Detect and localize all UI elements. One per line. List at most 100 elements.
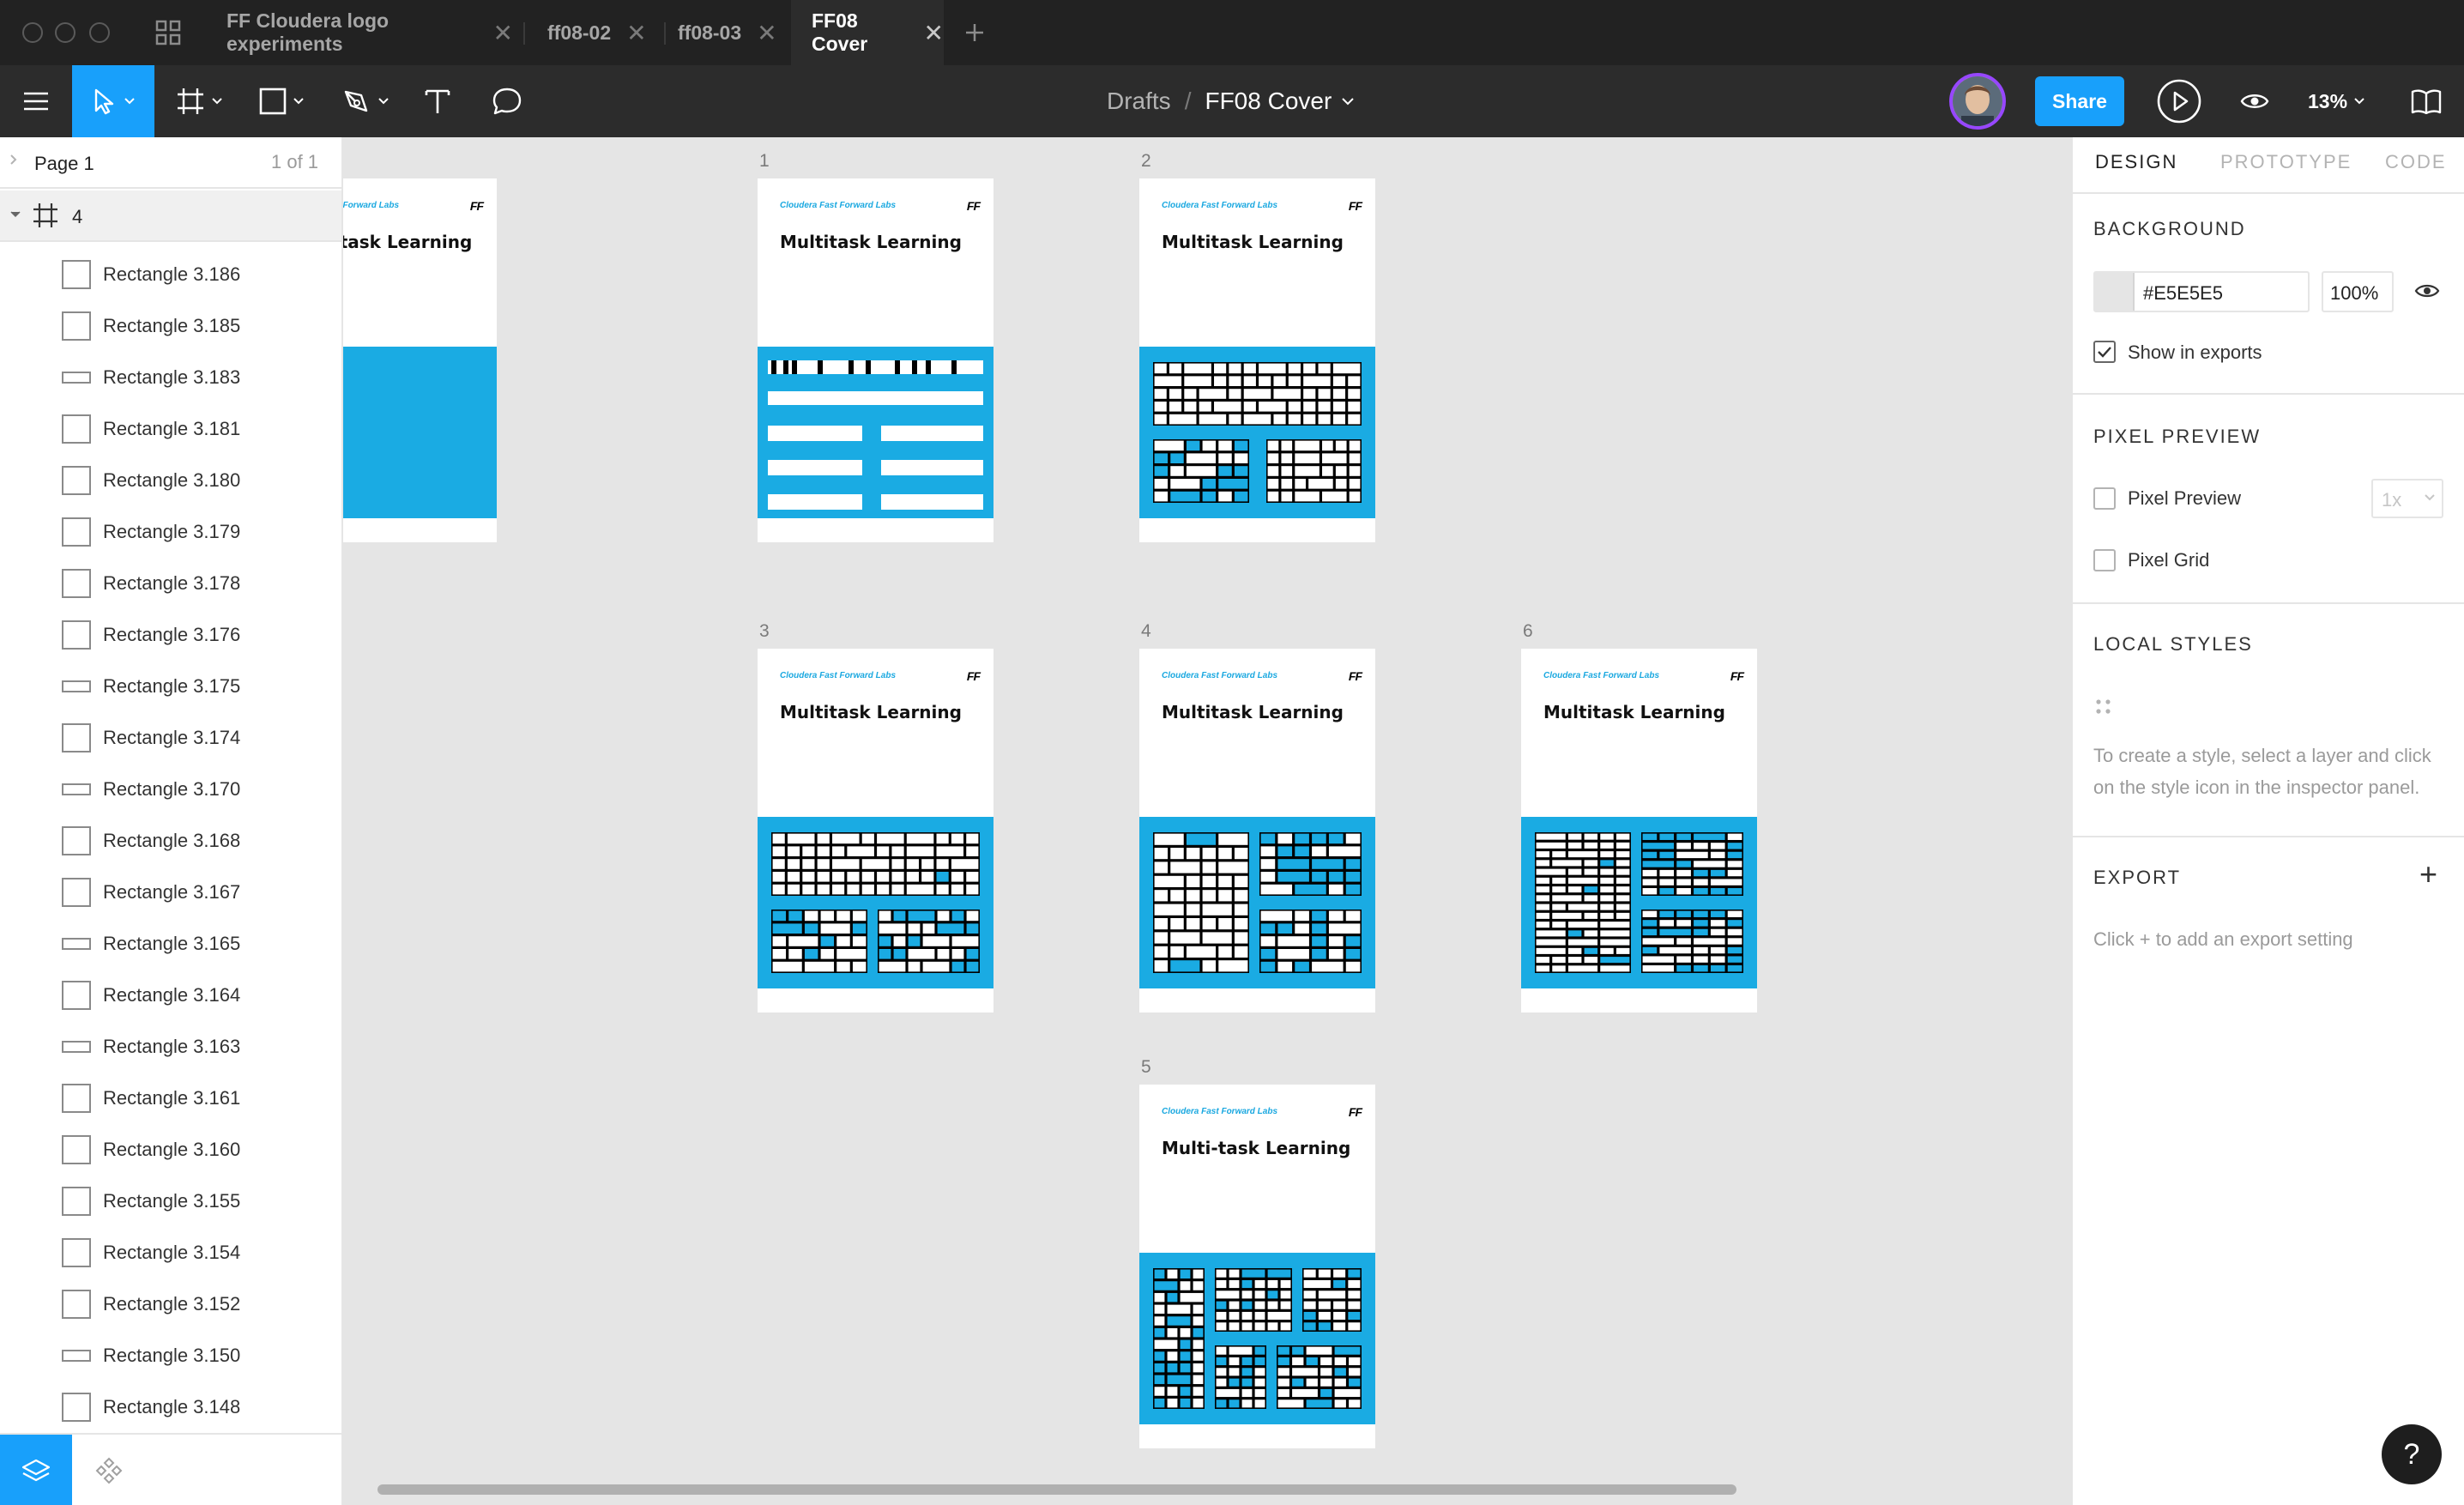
share-button[interactable]: Share bbox=[2035, 76, 2124, 126]
pixel-grid-checkbox[interactable] bbox=[2093, 549, 2116, 571]
comment-tool-icon[interactable] bbox=[480, 65, 534, 137]
chevron-down-icon[interactable] bbox=[10, 211, 21, 218]
layer-row[interactable]: Rectangle 3.161 bbox=[0, 1073, 341, 1124]
frame-label[interactable]: 4 bbox=[1141, 621, 1151, 642]
layer-row[interactable]: Rectangle 3.148 bbox=[0, 1381, 341, 1433]
layer-row[interactable]: Rectangle 3.174 bbox=[0, 712, 341, 764]
help-button[interactable]: ? bbox=[2382, 1424, 2442, 1484]
layer-row[interactable]: Rectangle 3.152 bbox=[0, 1278, 341, 1330]
chevron-down-icon[interactable] bbox=[1342, 97, 1355, 106]
add-export-button[interactable]: + bbox=[2419, 856, 2437, 892]
canvas[interactable]: nkCloudera Fast Forward LabsFFMulti-task… bbox=[343, 137, 2071, 1505]
layer-row[interactable]: Rectangle 3.179 bbox=[0, 506, 341, 558]
cover-frame[interactable]: Cloudera Fast Forward Labs FF Multi-task L… bbox=[1139, 1085, 1375, 1448]
cover-frame[interactable]: Cloudera Fast Forward Labs FF Multitask Le… bbox=[758, 649, 993, 1012]
layer-row[interactable]: Rectangle 3.164 bbox=[0, 970, 341, 1021]
frame-tool-button[interactable] bbox=[168, 65, 230, 137]
layer-row[interactable]: Rectangle 3.181 bbox=[0, 403, 341, 455]
frame-tool-icon bbox=[176, 87, 205, 116]
layer-row[interactable]: Rectangle 3.183 bbox=[0, 352, 341, 403]
layer-row[interactable]: Rectangle 3.170 bbox=[0, 764, 341, 815]
background-color-field[interactable]: #E5E5E5 bbox=[2093, 271, 2310, 312]
frame-label[interactable]: 3 bbox=[759, 621, 770, 642]
zoom-dropdown[interactable]: 13% bbox=[2308, 65, 2364, 137]
layer-row[interactable]: Rectangle 3.154 bbox=[0, 1227, 341, 1278]
color-swatch[interactable] bbox=[2095, 273, 2135, 311]
cover-frame[interactable]: Cloudera Fast Forward Labs FF Multi-task L… bbox=[343, 178, 497, 542]
breadcrumb-drafts[interactable]: Drafts bbox=[1107, 88, 1171, 115]
inspector-tabs: DESIGN PROTOTYPE CODE bbox=[2073, 137, 2464, 192]
pixel-preview-checkbox[interactable] bbox=[2093, 487, 2116, 510]
tab-design[interactable]: DESIGN bbox=[2095, 151, 2177, 173]
cover-frame[interactable]: Cloudera Fast Forward Labs FF Multitask Le… bbox=[1521, 649, 1757, 1012]
frame-layer-row[interactable]: 4 bbox=[0, 190, 341, 242]
components-tab[interactable] bbox=[86, 1435, 132, 1505]
layer-name: Rectangle 3.186 bbox=[103, 263, 241, 285]
present-icon[interactable] bbox=[2155, 65, 2203, 137]
layer-row[interactable]: Rectangle 3.165 bbox=[0, 918, 341, 970]
layer-row[interactable]: Rectangle 3.178 bbox=[0, 558, 341, 609]
rectangle-icon bbox=[62, 1350, 91, 1362]
file-browser-icon[interactable] bbox=[148, 0, 189, 65]
close-window-button[interactable] bbox=[22, 22, 43, 43]
pattern-grid bbox=[1259, 910, 1362, 973]
rectangle-icon bbox=[62, 569, 91, 598]
cover-frame[interactable]: Cloudera Fast Forward Labs FF Multitask Le… bbox=[758, 178, 993, 542]
rectangle-icon bbox=[62, 723, 91, 752]
layer-row[interactable]: Rectangle 3.175 bbox=[0, 661, 341, 712]
tab-code[interactable]: CODE bbox=[2385, 151, 2447, 173]
frame-label[interactable]: 2 bbox=[1141, 151, 1151, 172]
layers-panel: Page 1 1 of 1 4 Rectangle 3.186 Rectangle… bbox=[0, 137, 343, 1505]
chevron-right-icon bbox=[10, 154, 17, 165]
chevron-down-icon bbox=[378, 98, 389, 105]
library-icon[interactable] bbox=[2402, 65, 2450, 137]
tab-ff08-02[interactable]: ff08-02 ✕ bbox=[534, 0, 654, 65]
file-name[interactable]: FF08 Cover bbox=[1205, 88, 1332, 115]
layer-row[interactable]: Rectangle 3.163 bbox=[0, 1021, 341, 1073]
move-tool-button[interactable] bbox=[72, 65, 154, 137]
new-tab-icon[interactable] bbox=[961, 0, 988, 65]
close-tab-icon[interactable]: ✕ bbox=[924, 19, 944, 47]
close-tab-icon[interactable]: ✕ bbox=[626, 19, 646, 47]
visibility-eye-icon[interactable] bbox=[2414, 281, 2440, 300]
text-tool-icon[interactable] bbox=[412, 65, 463, 137]
tab-divider bbox=[523, 22, 525, 45]
frame-label[interactable]: 1 bbox=[759, 151, 770, 172]
zoom-window-button[interactable] bbox=[89, 22, 110, 43]
layer-row[interactable]: Rectangle 3.176 bbox=[0, 609, 341, 661]
show-in-exports-checkbox[interactable] bbox=[2093, 341, 2116, 363]
cover-frame[interactable]: Cloudera Fast Forward Labs FF Multitask Le… bbox=[1139, 649, 1375, 1012]
close-tab-icon[interactable]: ✕ bbox=[493, 19, 513, 47]
close-tab-icon[interactable]: ✕ bbox=[757, 19, 776, 47]
layer-row[interactable]: Rectangle 3.160 bbox=[0, 1124, 341, 1176]
layer-row[interactable]: Rectangle 3.186 bbox=[0, 249, 341, 300]
layer-row[interactable]: Rectangle 3.155 bbox=[0, 1176, 341, 1227]
frame-label[interactable]: 5 bbox=[1141, 1057, 1151, 1078]
layer-row[interactable]: Rectangle 3.168 bbox=[0, 815, 341, 867]
horizontal-scrollbar[interactable] bbox=[377, 1484, 1736, 1495]
background-hex[interactable]: #E5E5E5 bbox=[2143, 282, 2223, 305]
layer-row[interactable]: Rectangle 3.167 bbox=[0, 867, 341, 918]
tab-ff08-cover[interactable]: FF08 Cover ✕ bbox=[791, 0, 944, 65]
layer-row[interactable]: Rectangle 3.150 bbox=[0, 1330, 341, 1381]
layer-row[interactable]: Rectangle 3.185 bbox=[0, 300, 341, 352]
avatar[interactable] bbox=[1949, 73, 2006, 130]
shape-tool-button[interactable] bbox=[249, 65, 314, 137]
layer-name: Rectangle 3.179 bbox=[103, 521, 241, 542]
background-opacity-field[interactable]: 100% bbox=[2322, 271, 2394, 312]
minimize-window-button[interactable] bbox=[55, 22, 75, 43]
view-icon[interactable] bbox=[2231, 65, 2279, 137]
layer-row[interactable]: Rectangle 3.180 bbox=[0, 455, 341, 506]
tab-ff08-03[interactable]: ff08-03 ✕ bbox=[664, 0, 789, 65]
menu-icon[interactable] bbox=[0, 65, 72, 137]
tab-ff-cloudera-logo-experiments[interactable]: FF Cloudera logo experiments ✕ bbox=[213, 0, 513, 65]
layers-tab[interactable] bbox=[0, 1435, 72, 1505]
tab-prototype[interactable]: PROTOTYPE bbox=[2220, 151, 2352, 173]
pixel-scale-select[interactable]: 1x bbox=[2371, 479, 2443, 518]
pen-tool-button[interactable] bbox=[333, 65, 398, 137]
page-selector[interactable]: Page 1 1 of 1 bbox=[0, 137, 341, 189]
shape-tool-icon bbox=[259, 88, 287, 115]
frame-label[interactable]: 6 bbox=[1523, 621, 1533, 642]
cover-frame[interactable]: Cloudera Fast Forward Labs FF Multitask Le… bbox=[1139, 178, 1375, 542]
layer-name: Rectangle 3.154 bbox=[103, 1242, 241, 1263]
